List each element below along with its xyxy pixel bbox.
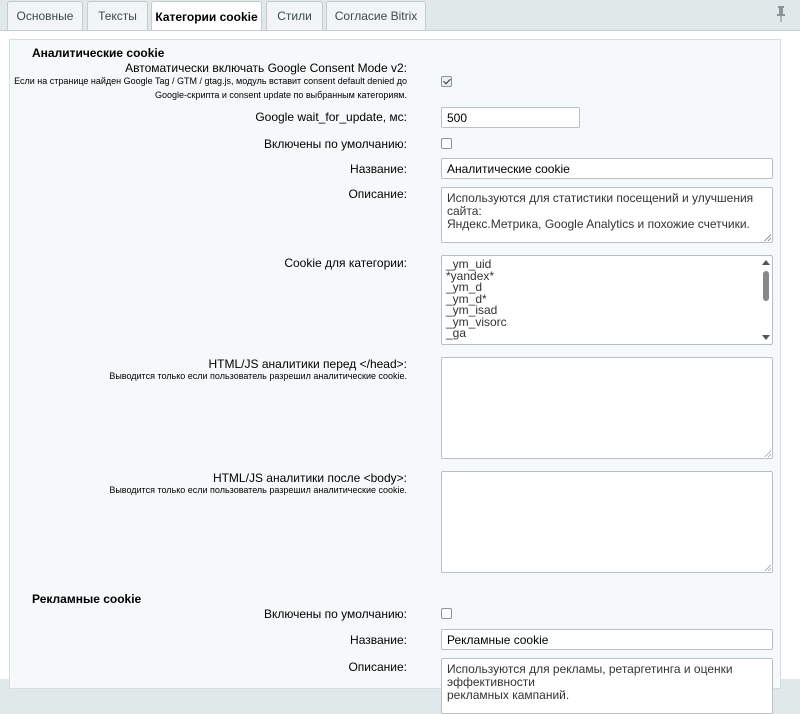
tab-styles[interactable]: Стили <box>266 1 323 30</box>
analytics-default-label: Включены по умолчанию: <box>264 137 407 151</box>
resize-grip-icon[interactable] <box>764 564 771 571</box>
analytics-name-input[interactable]: Аналитические cookie <box>441 158 773 179</box>
analytics-name-label: Название: <box>350 162 407 176</box>
consent-mode-checkbox[interactable] <box>441 76 452 87</box>
tab-texts[interactable]: Тексты <box>87 1 148 30</box>
settings-form: Аналитические cookie Автоматически включ… <box>9 39 781 714</box>
resize-grip-icon[interactable] <box>764 234 771 241</box>
tab-content-panel: Аналитические cookie Автоматически включ… <box>0 30 800 714</box>
consent-mode-hint: Если на странице найден Google Tag / GTM… <box>14 76 407 100</box>
head-html-textarea[interactable] <box>441 357 773 459</box>
wait-for-update-label: Google wait_for_update, мс: <box>255 110 407 124</box>
list-scrollbar[interactable] <box>761 257 771 343</box>
list-item[interactable]: _ga <box>442 327 772 340</box>
analytics-section-title: Аналитические cookie <box>32 46 165 60</box>
tab-cookie-categories[interactable]: Категории cookie <box>151 1 262 32</box>
marketing-name-label: Название: <box>350 633 407 647</box>
marketing-default-checkbox[interactable] <box>441 608 452 619</box>
head-html-hint: Выводится только если пользователь разре… <box>109 371 407 381</box>
analytics-description-textarea[interactable]: Используются для статистики посещений и … <box>441 187 773 243</box>
scroll-up-icon[interactable] <box>762 260 770 265</box>
marketing-section-title: Рекламные cookie <box>32 592 142 606</box>
pin-icon[interactable] <box>776 6 786 22</box>
analytics-description-label: Описание: <box>348 187 407 201</box>
list-item[interactable]: _ym_d <box>442 281 772 294</box>
analytics-cookies-list[interactable]: _ym_uid *yandex* _ym_d _ym_d* _ym_isad _… <box>441 255 773 345</box>
tab-bitrix-consent[interactable]: Согласие Bitrix <box>326 1 426 30</box>
analytics-cookies-label: Cookie для категории: <box>284 256 407 270</box>
marketing-description-textarea[interactable]: Используются для рекламы, ретаргетинга и… <box>441 658 773 714</box>
tab-bar: Основные Тексты Категории cookie Стили С… <box>0 0 800 32</box>
analytics-default-checkbox[interactable] <box>441 138 452 149</box>
marketing-name-input[interactable]: Рекламные cookie <box>441 629 773 650</box>
marketing-default-label: Включены по умолчанию: <box>264 607 407 621</box>
wait-for-update-input[interactable]: 500 <box>441 107 580 128</box>
list-item[interactable]: _ym_visorc <box>442 316 772 329</box>
resize-grip-icon[interactable] <box>764 450 771 457</box>
marketing-description-label: Описание: <box>348 660 407 674</box>
consent-mode-label: Автоматически включать Google Consent Mo… <box>125 61 407 75</box>
tab-main[interactable]: Основные <box>7 1 83 30</box>
scroll-thumb[interactable] <box>763 271 769 301</box>
body-html-hint: Выводится только если пользователь разре… <box>109 485 407 495</box>
list-item[interactable]: *yandex* <box>442 270 772 283</box>
scroll-down-icon[interactable] <box>762 335 770 340</box>
body-html-textarea[interactable] <box>441 471 773 573</box>
